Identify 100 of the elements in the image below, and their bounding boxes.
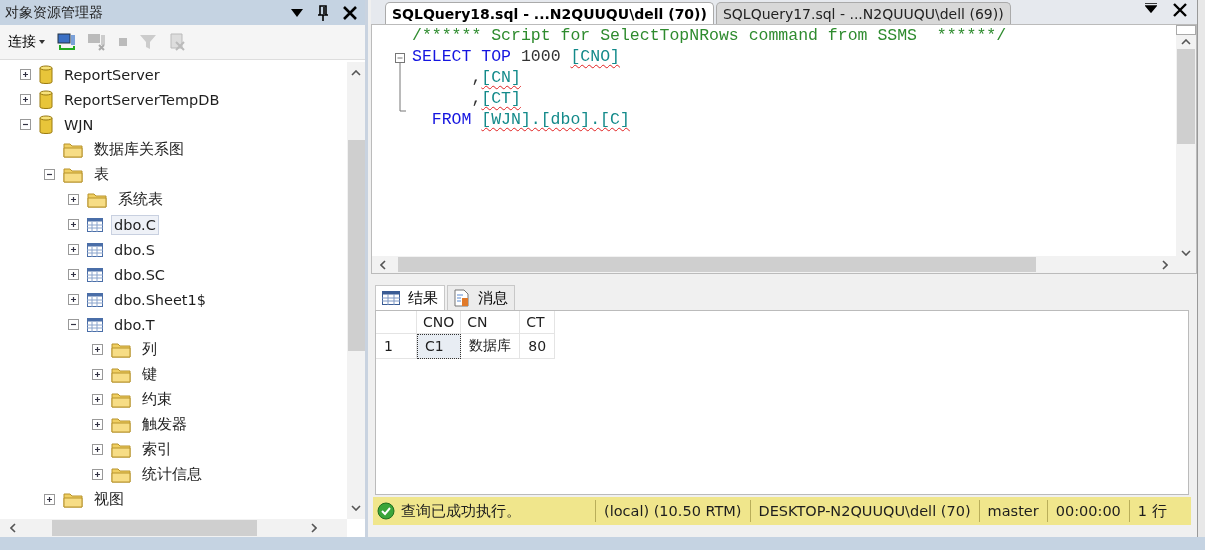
scroll-down-icon[interactable]: [351, 505, 361, 511]
expand-icon[interactable]: [92, 419, 103, 430]
expand-icon[interactable]: [92, 469, 103, 480]
folder-icon: [111, 441, 131, 458]
tree-item[interactable]: 系统表: [115, 188, 166, 211]
expand-icon[interactable]: [92, 394, 103, 405]
computer-icon[interactable]: [57, 33, 77, 51]
column-header[interactable]: CN: [460, 311, 520, 334]
horizontal-scrollbar[interactable]: [372, 256, 1196, 273]
header-cell: [376, 311, 417, 334]
expand-icon[interactable]: [92, 369, 103, 380]
sql-keyword: SELECT: [412, 47, 472, 66]
dropdown-icon[interactable]: [291, 8, 303, 17]
collapse-icon[interactable]: [44, 169, 55, 180]
sql-keyword: TOP: [481, 47, 512, 66]
expand-icon[interactable]: [68, 244, 79, 255]
document-tab[interactable]: SQLQuery18.sql - ...N2QUUQU\dell (70)): [385, 2, 714, 24]
code-text: ,: [470, 68, 482, 87]
tree-item[interactable]: 表: [91, 163, 112, 186]
table-icon: [87, 217, 103, 232]
tree-item[interactable]: ReportServer: [61, 64, 163, 85]
document-icon: [454, 289, 470, 307]
server-info: (local) (10.50 RTM): [595, 500, 750, 522]
scroll-down-icon[interactable]: [1181, 250, 1191, 256]
close-icon[interactable]: [1173, 3, 1187, 17]
expand-icon[interactable]: [92, 344, 103, 355]
folder-icon: [63, 491, 83, 508]
pin-icon[interactable]: [317, 4, 329, 21]
folder-icon: [111, 341, 131, 358]
scroll-right-icon[interactable]: [311, 523, 317, 533]
scroll-right-icon[interactable]: [1162, 259, 1168, 270]
database-name: master: [978, 500, 1047, 522]
database-icon: [39, 89, 53, 110]
folder-icon: [63, 141, 83, 158]
sql-keyword: FROM: [431, 110, 472, 129]
expand-icon[interactable]: [68, 294, 79, 305]
code-text: 1000: [520, 47, 561, 66]
code-comment: /****** Script for SelectTopNRows command from SSMS ******/: [412, 26, 1007, 45]
expand-icon[interactable]: [20, 69, 31, 80]
collapse-icon[interactable]: [68, 319, 79, 330]
vertical-scrollbar[interactable]: [1176, 25, 1196, 256]
horizontal-scrollbar[interactable]: [0, 519, 347, 537]
tree-item[interactable]: 统计信息: [139, 463, 205, 486]
results-tab[interactable]: 消息: [447, 285, 515, 310]
column-header[interactable]: CNO: [416, 311, 461, 334]
splitter-handle[interactable]: [1176, 25, 1196, 35]
tree-item[interactable]: dbo.C: [111, 214, 159, 235]
column-header[interactable]: CT: [519, 311, 555, 334]
table-cell[interactable]: 数据库: [460, 333, 520, 359]
folder-icon: [111, 366, 131, 383]
sql-identifier: [CT]: [481, 89, 521, 108]
tree-item[interactable]: dbo.SC: [111, 264, 168, 285]
folder-icon: [87, 191, 107, 208]
tree-item[interactable]: 视图: [91, 488, 127, 511]
vertical-scrollbar[interactable]: [347, 62, 365, 519]
code-text: ,: [470, 89, 482, 108]
tree-item[interactable]: ReportServerTempDB: [61, 89, 223, 110]
results-tab[interactable]: 结果: [375, 285, 445, 310]
database-icon: [39, 114, 53, 135]
expand-icon[interactable]: [20, 94, 31, 105]
tree-item[interactable]: 索引: [139, 438, 175, 461]
status-message: 查询已成功执行。: [401, 501, 521, 521]
scroll-left-icon[interactable]: [10, 523, 16, 533]
connect-button[interactable]: 连接: [6, 31, 47, 53]
scroll-up-icon[interactable]: [1181, 39, 1191, 45]
folder-icon: [63, 166, 83, 183]
tree-item[interactable]: dbo.Sheet1$: [111, 289, 209, 310]
table-icon: [87, 242, 103, 257]
tree-item[interactable]: WJN: [61, 114, 97, 135]
tree-item[interactable]: 约束: [139, 388, 175, 411]
close-icon[interactable]: [343, 5, 357, 20]
scroll-up-icon[interactable]: [351, 70, 361, 76]
table-cell[interactable]: 80: [519, 333, 555, 359]
sql-identifier: [CN]: [481, 68, 521, 87]
expand-icon[interactable]: [92, 444, 103, 455]
dropdown-icon[interactable]: [1145, 3, 1157, 13]
folder-icon: [111, 416, 131, 433]
expand-icon[interactable]: [68, 194, 79, 205]
tree-item[interactable]: 键: [139, 363, 160, 386]
caret-icon: [39, 40, 45, 44]
expand-icon[interactable]: [68, 219, 79, 230]
success-icon: [377, 502, 395, 520]
scroll-left-icon[interactable]: [380, 259, 386, 270]
document-tab[interactable]: SQLQuery17.sql - ...N2QUUQU\dell (69)): [715, 2, 1011, 24]
expand-icon[interactable]: [68, 269, 79, 280]
panel-title: 对象资源管理器: [5, 3, 103, 22]
tree-item[interactable]: 列: [139, 338, 160, 361]
expand-icon[interactable]: [44, 494, 55, 505]
grid-icon: [382, 291, 400, 305]
tree-item[interactable]: dbo.S: [111, 239, 158, 260]
collapse-icon[interactable]: [20, 119, 31, 130]
code-editor[interactable]: /****** Script for SelectTopNRows command from SSMS ******/ SELECT TOP 1000 [CNO] ,[CN] ,[CT] FROM [WJN].[dbo].[C]: [371, 24, 1197, 274]
sql-identifier: [WJN].[dbo].[C]: [481, 110, 630, 129]
elapsed-time: 00:00:00: [1046, 500, 1129, 522]
tree-item[interactable]: dbo.T: [111, 314, 158, 335]
folder-icon: [111, 466, 131, 483]
row-number: 1: [376, 333, 417, 359]
table-icon: [87, 292, 103, 307]
tree-item[interactable]: 数据库关系图: [91, 138, 187, 161]
tree-item[interactable]: 触发器: [139, 413, 190, 436]
